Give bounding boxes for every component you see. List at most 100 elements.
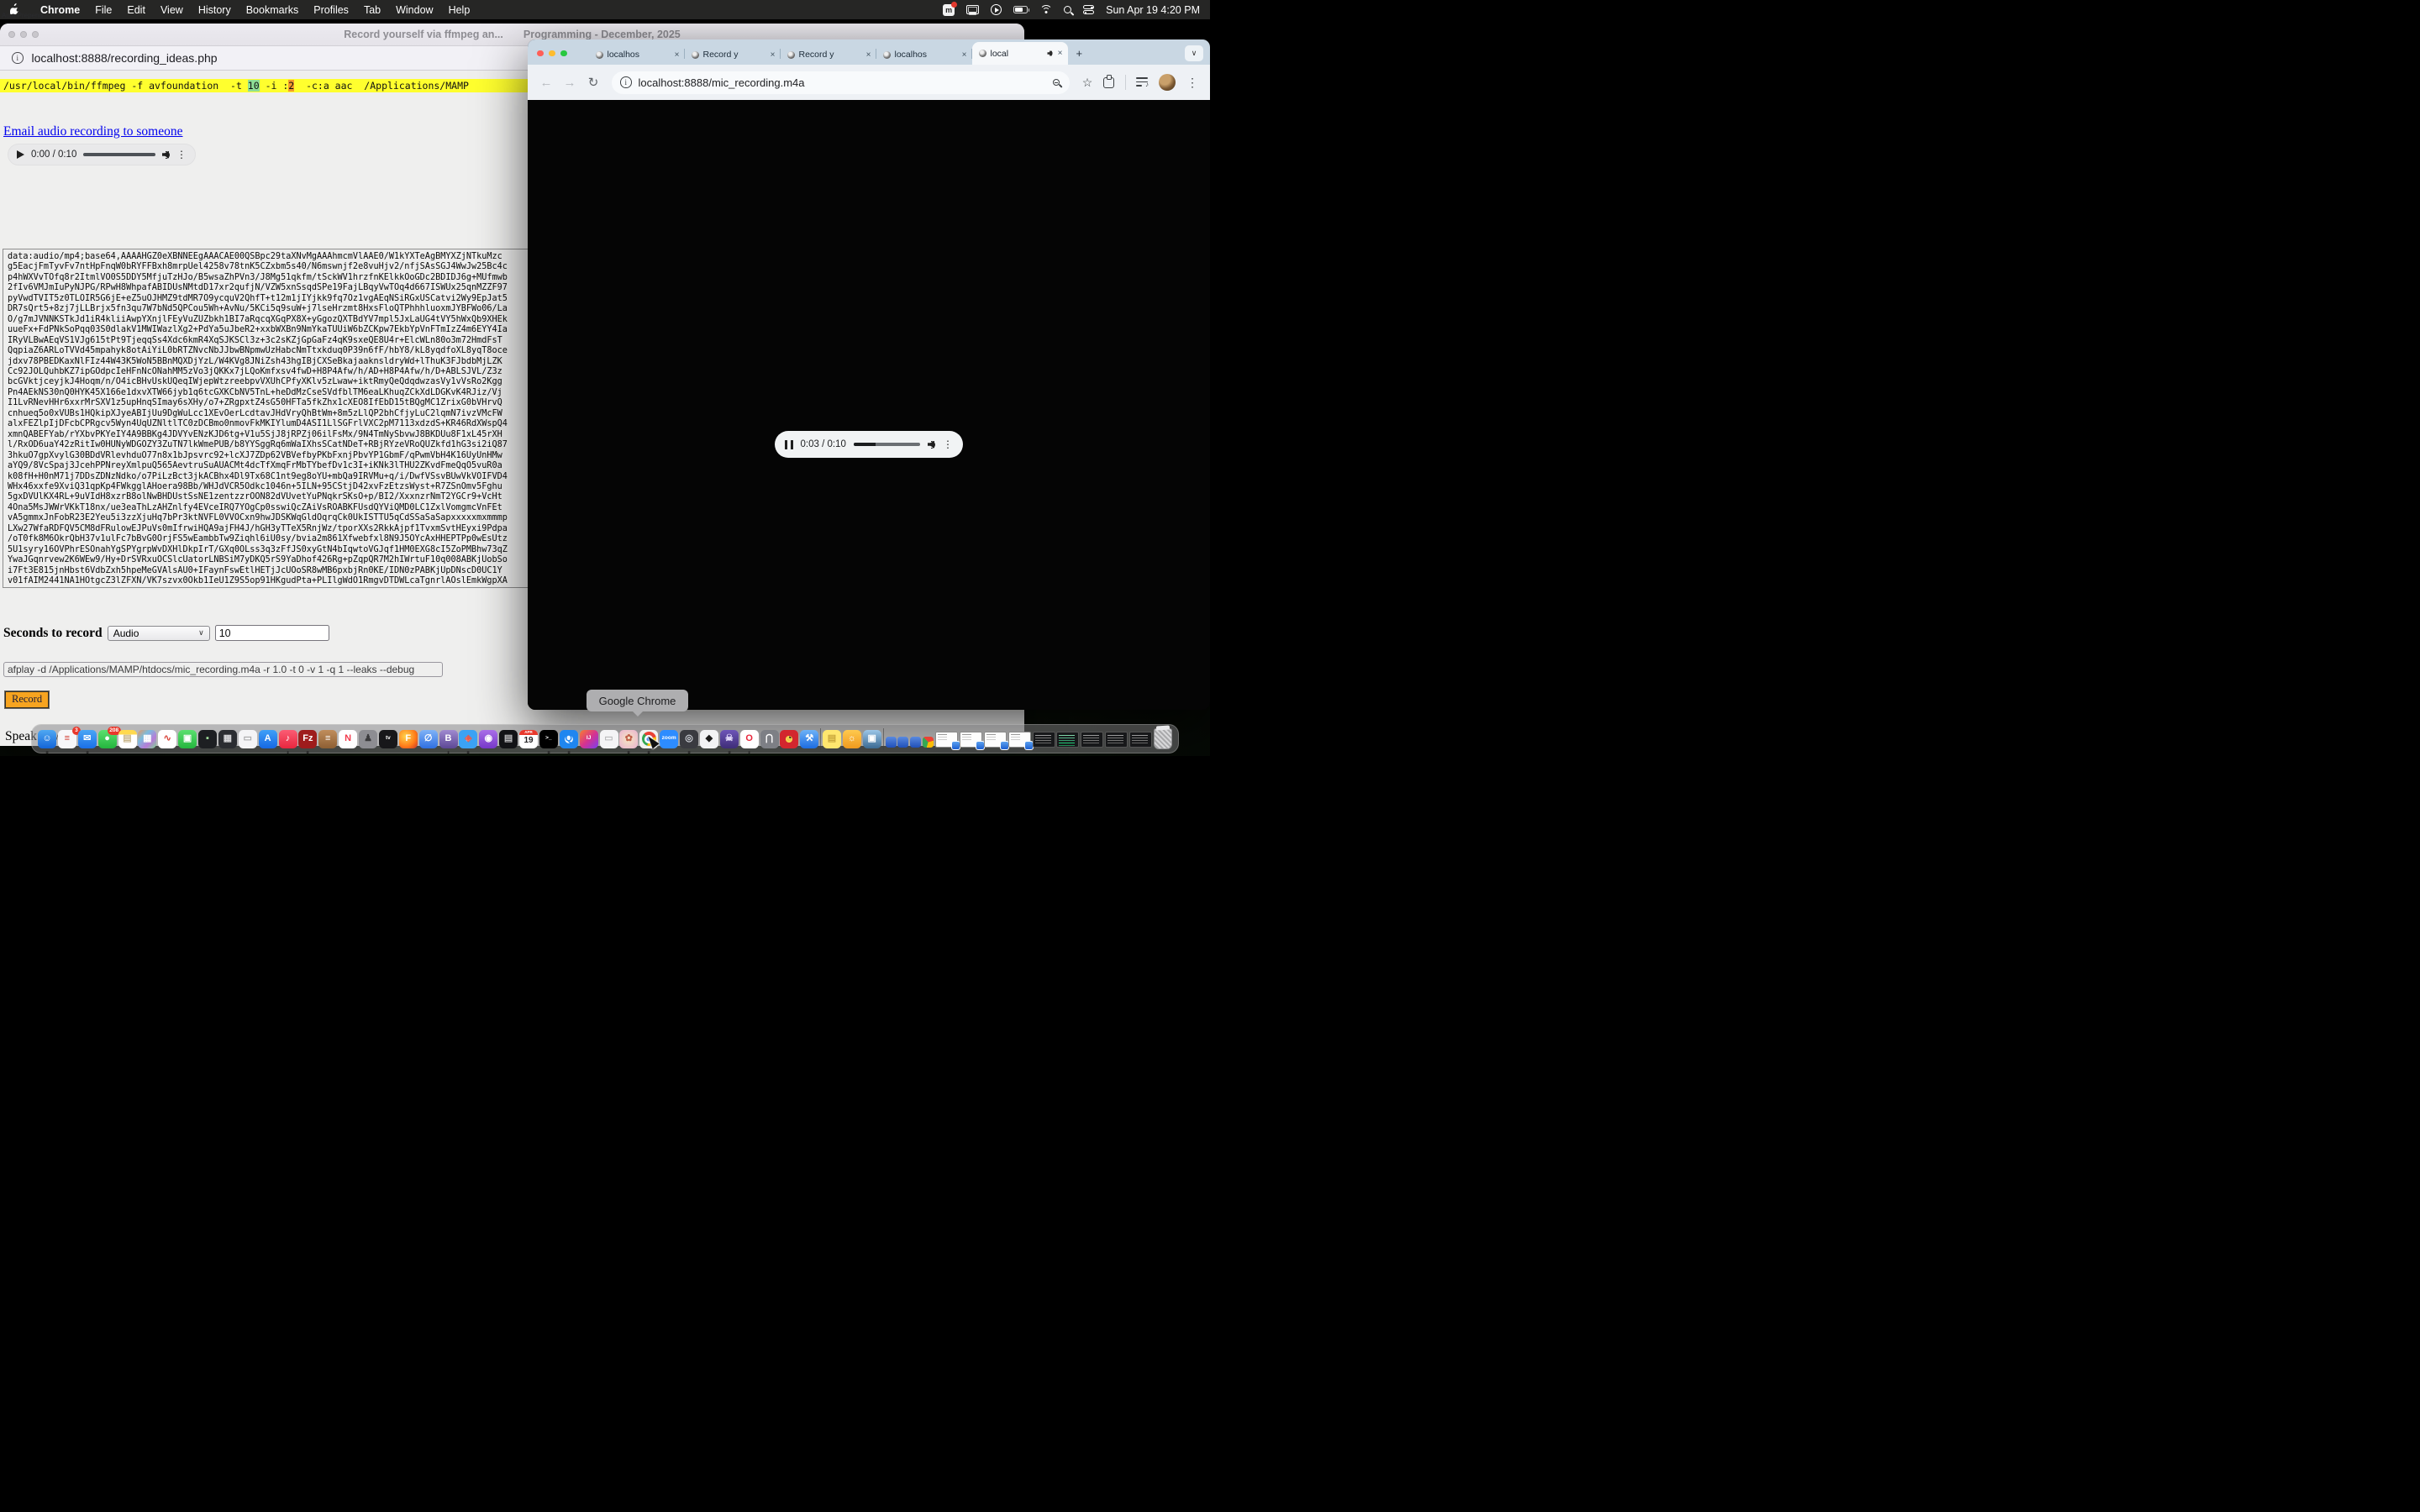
seconds-input[interactable]: 10 xyxy=(215,625,329,641)
dock-item-gitkraken[interactable]: ☠ xyxy=(720,730,739,748)
dock-item-terminal-3[interactable]: >_ xyxy=(539,730,558,748)
dock-item-calendar[interactable]: 19APR xyxy=(519,730,538,748)
dock-item-facetime[interactable]: ▣ xyxy=(178,730,197,748)
media-controls-icon[interactable]: ♪ xyxy=(1136,77,1149,87)
front-browser-window[interactable]: localhos×Record y×Record y×localhos×loca… xyxy=(528,39,1210,710)
dock-item-document-2[interactable]: ▭ xyxy=(600,730,618,748)
audio-seek-bar[interactable] xyxy=(854,443,920,446)
dock-item-blocked-blue-app[interactable]: ∅ xyxy=(419,730,438,748)
dock-item-mail[interactable]: ✉ xyxy=(78,730,97,748)
tab-local-4[interactable]: local× xyxy=(972,42,1068,65)
dock-item-keypad-app[interactable]: ▦ xyxy=(218,730,237,748)
dock-item-app-store[interactable]: A xyxy=(259,730,277,748)
back-url-text[interactable]: localhost:8888/recording_ideas.php xyxy=(32,51,218,65)
dock-item-launchpad[interactable]: ▦ xyxy=(138,730,156,748)
dock-item-photos-window[interactable]: ▣ xyxy=(863,730,881,748)
mute-button[interactable] xyxy=(928,441,935,449)
dock-item-minimized-window-2[interactable] xyxy=(960,732,982,748)
dock-item-contacts[interactable]: ≡ xyxy=(318,730,337,748)
dock-item-google-chrome[interactable] xyxy=(639,730,658,748)
bookmark-star-icon[interactable]: ☆ xyxy=(1078,76,1097,90)
control-center-icon[interactable] xyxy=(1083,5,1094,14)
dock-item-firefox[interactable]: F xyxy=(399,730,418,748)
dock-item-text-document[interactable]: ▭ xyxy=(239,730,257,748)
menu-item-file[interactable]: File xyxy=(87,4,119,16)
tab-record-y-2[interactable]: Record y× xyxy=(781,45,876,65)
dock-item-safari[interactable]: ◈ xyxy=(459,730,477,748)
dock-item-activity-chart-app[interactable]: ∿ xyxy=(158,730,176,748)
dock-item-mini-doc-1[interactable] xyxy=(886,737,897,748)
dock-item-podcasts[interactable]: ◉ xyxy=(479,730,497,748)
dock-item-music[interactable]: ♪ xyxy=(279,730,297,748)
afplay-command-input[interactable]: afplay -d /Applications/MAMP/htdocs/mic_… xyxy=(3,662,443,677)
dock-item-apple-tv[interactable]: tv xyxy=(379,730,397,748)
m4a-audio-player[interactable]: 0:03 / 0:10 ⋮ xyxy=(775,431,963,458)
menu-item-tab[interactable]: Tab xyxy=(356,4,388,16)
dock-item-mini-chrome[interactable] xyxy=(923,737,934,748)
pause-icon[interactable] xyxy=(785,440,793,449)
dock-item-dark-circles-app[interactable]: ◎ xyxy=(680,730,698,748)
audio-menu-icon[interactable]: ⋮ xyxy=(176,150,187,160)
site-info-icon[interactable]: i xyxy=(12,52,24,64)
dock-item-terminal-2[interactable]: ▤ xyxy=(499,730,518,748)
wifi-icon[interactable] xyxy=(1039,5,1052,14)
tab-localhos-3[interactable]: localhos× xyxy=(876,45,972,65)
dock-item-letter-b-app[interactable]: B xyxy=(439,730,458,748)
dock-item-zoom[interactable]: zoom xyxy=(660,730,678,748)
menu-clock[interactable]: Sun Apr 19 4:20 PM xyxy=(1106,4,1200,16)
mute-button[interactable] xyxy=(162,151,170,159)
audio-seek-bar[interactable] xyxy=(83,153,155,156)
dock-item-minimized-terminal-3[interactable] xyxy=(1081,732,1103,748)
tab-search-button[interactable]: ∨ xyxy=(1185,45,1203,61)
dock-item-finder[interactable]: ☺ xyxy=(38,730,56,748)
menu-item-bookmarks[interactable]: Bookmarks xyxy=(239,4,307,16)
dock-item-filezilla[interactable]: Fz xyxy=(298,730,317,748)
play-circle-icon[interactable] xyxy=(991,4,1002,15)
menu-item-profiles[interactable]: Profiles xyxy=(306,4,356,16)
new-tab-button[interactable]: + xyxy=(1076,47,1083,60)
front-url-text[interactable]: localhost:8888/mic_recording.m4a xyxy=(639,76,1047,89)
tab-close-icon[interactable]: × xyxy=(675,50,680,60)
menu-item-history[interactable]: History xyxy=(191,4,239,16)
dock-item-paint-palette-app[interactable]: ✿ xyxy=(619,730,638,748)
dock-item-minimized-window-1[interactable] xyxy=(935,732,958,748)
menu-item-edit[interactable]: Edit xyxy=(119,4,153,16)
dock-item-mini-doc-3[interactable] xyxy=(910,737,921,748)
dock-item-minimized-window-3[interactable] xyxy=(984,732,1007,748)
close-button[interactable] xyxy=(537,50,544,57)
mamp-menu-icon[interactable]: m xyxy=(943,4,955,16)
dock-item-notes[interactable]: ▤ xyxy=(118,730,137,748)
dock-item-minimized-terminal-5[interactable] xyxy=(1129,732,1152,748)
dock-item-inkscape[interactable]: ◆ xyxy=(700,730,718,748)
dock-item-messages[interactable]: ●208 xyxy=(98,730,117,748)
menu-item-view[interactable]: View xyxy=(153,4,191,16)
dock-item-trash[interactable] xyxy=(1154,728,1172,749)
omnibox[interactable]: i localhost:8888/mic_recording.m4a xyxy=(612,71,1070,94)
dock-item-news[interactable]: N xyxy=(339,730,357,748)
keyboard-window-icon[interactable] xyxy=(966,5,979,14)
media-type-select[interactable]: Audio∨ xyxy=(108,626,210,641)
dock-item-terminal-utility[interactable]: ▪ xyxy=(198,730,217,748)
dock-item-stickies[interactable]: ▤ xyxy=(823,730,841,748)
browser-menu-icon[interactable]: ⋮ xyxy=(1183,76,1202,88)
menu-app-name[interactable]: Chrome xyxy=(33,4,87,16)
apple-logo-icon[interactable] xyxy=(10,3,21,16)
search-icon[interactable] xyxy=(1064,6,1071,13)
battery-icon[interactable] xyxy=(1013,6,1028,13)
dock-item-intellij-idea[interactable]: IJ xyxy=(580,730,598,748)
tab-record-y-1[interactable]: Record y× xyxy=(685,45,781,65)
menu-item-window[interactable]: Window xyxy=(388,4,440,16)
forward-icon[interactable]: → xyxy=(560,76,580,90)
zoom-out-icon[interactable] xyxy=(1053,79,1060,86)
tab-close-icon[interactable]: × xyxy=(866,50,871,60)
dock-item-minimized-window-4[interactable] xyxy=(1008,732,1031,748)
audio-menu-icon[interactable]: ⋮ xyxy=(943,439,953,449)
dock-item-mini-doc-2[interactable] xyxy=(897,737,908,748)
record-button[interactable]: Record xyxy=(5,691,49,708)
menu-item-help[interactable]: Help xyxy=(441,4,478,16)
tab-close-icon[interactable]: × xyxy=(962,50,967,60)
dock-item-xcode[interactable]: ⚒ xyxy=(800,730,818,748)
dock-item-bulb-app[interactable]: ☼ xyxy=(843,730,861,748)
reload-icon[interactable]: ↻ xyxy=(583,75,603,90)
dock-item-gauge-app[interactable]: ◔ xyxy=(780,730,798,748)
